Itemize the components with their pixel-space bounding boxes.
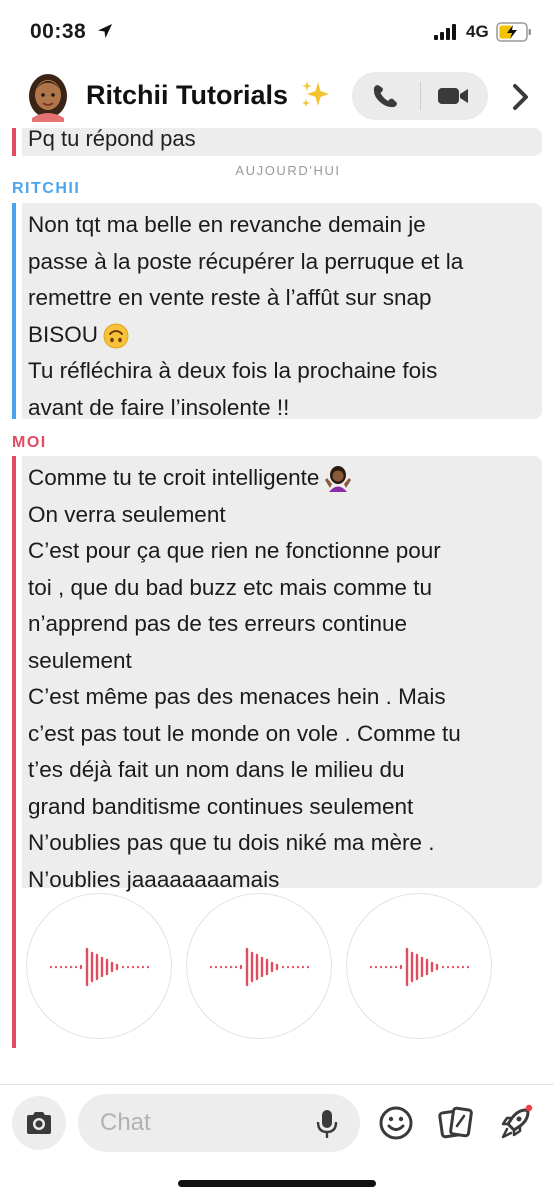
cards-icon[interactable] <box>438 1104 474 1142</box>
message-group-moi[interactable]: Comme tu te croit intelligente On verra … <box>12 456 542 892</box>
chat-header: Ritchii Tutorials <box>0 64 554 130</box>
divider <box>0 1084 554 1085</box>
message-line: grand banditisme continues seulement <box>28 793 414 819</box>
chat-placeholder: Chat <box>100 1109 151 1136</box>
camera-icon <box>27 1112 51 1134</box>
message-line: c’est pas tout le monde on vole . Comme … <box>28 720 461 746</box>
page-title[interactable]: Ritchii Tutorials <box>86 80 288 111</box>
message-line: Non tqt ma belle en revanche demain je <box>28 212 426 237</box>
battery-charging-icon <box>496 22 531 42</box>
message-line: remettre en vente reste à l’affût sur sn… <box>28 285 432 310</box>
message-text: Pq tu répond pas <box>28 126 196 151</box>
chat-input[interactable]: Chat <box>78 1094 360 1152</box>
message-text: BISOU <box>28 321 99 347</box>
sender-label: RITCHII <box>12 180 81 197</box>
message-line: Tu réfléchira à deux fois la prochaine f… <box>28 358 438 383</box>
home-indicator <box>178 1180 376 1187</box>
upside-down-face-icon <box>103 323 129 349</box>
waveform-icon <box>209 947 310 987</box>
message-line: toi , que du bad buzz etc mais comme tu <box>28 574 432 600</box>
status-bar: 00:38 4G <box>0 0 554 64</box>
network-type: 4G <box>466 22 489 41</box>
avatar[interactable] <box>24 70 72 122</box>
message-line: C’est même pas des menaces hein . Mais <box>28 684 446 709</box>
sender-label: MOI <box>12 434 47 451</box>
message-line-with-emoji: BISOU <box>28 317 463 354</box>
message-line: avant de faire l’insolente !! <box>28 394 290 420</box>
message-line: n’apprend pas de tes erreurs continue <box>28 611 407 636</box>
message-line: C’est pour ça que rien ne fonctionne pou… <box>28 538 441 563</box>
voice-note[interactable] <box>186 893 332 1039</box>
chevron-right-icon[interactable] <box>510 82 532 112</box>
divider <box>420 82 421 110</box>
waveform-icon <box>49 947 150 987</box>
signal-bars-icon <box>434 24 456 40</box>
call-actions <box>352 72 488 120</box>
voice-note[interactable] <box>26 893 172 1039</box>
microphone-icon[interactable] <box>316 1108 338 1140</box>
message-bar <box>12 128 16 156</box>
message-line: passe à la poste récupérer la perruque e… <box>28 248 464 274</box>
message-line: t’es déjà fait un nom dans le milieu du <box>28 757 405 782</box>
message-line: seulement <box>28 647 132 673</box>
person-shrugging-icon <box>325 466 352 493</box>
status-time: 00:38 <box>30 20 87 43</box>
day-separator: AUJOURD'HUI <box>235 163 341 178</box>
message-line-with-emoji: Comme tu te croit intelligente <box>28 460 461 497</box>
message-bar <box>12 203 16 419</box>
smiley-icon[interactable] <box>378 1104 414 1142</box>
message-text: Comme tu te croit intelligente <box>28 465 320 490</box>
location-arrow-icon <box>98 24 112 38</box>
message-line: On verra seulement <box>28 501 226 527</box>
camera-button[interactable] <box>12 1096 66 1150</box>
message-line: N’oublies pas que tu dois niké ma mère . <box>28 830 435 855</box>
message-group-ritchii[interactable]: Non tqt ma belle en revanche demain je p… <box>12 203 542 420</box>
message-previous: Pq tu répond pas <box>12 126 542 156</box>
sparkles-icon <box>302 81 329 107</box>
video-camera-icon[interactable] <box>436 82 470 110</box>
rocket-icon[interactable] <box>498 1104 534 1142</box>
phone-icon[interactable] <box>370 82 400 110</box>
message-bar <box>12 456 16 888</box>
waveform-icon <box>369 947 470 987</box>
voice-note[interactable] <box>346 893 492 1039</box>
message-bar <box>12 888 16 1048</box>
